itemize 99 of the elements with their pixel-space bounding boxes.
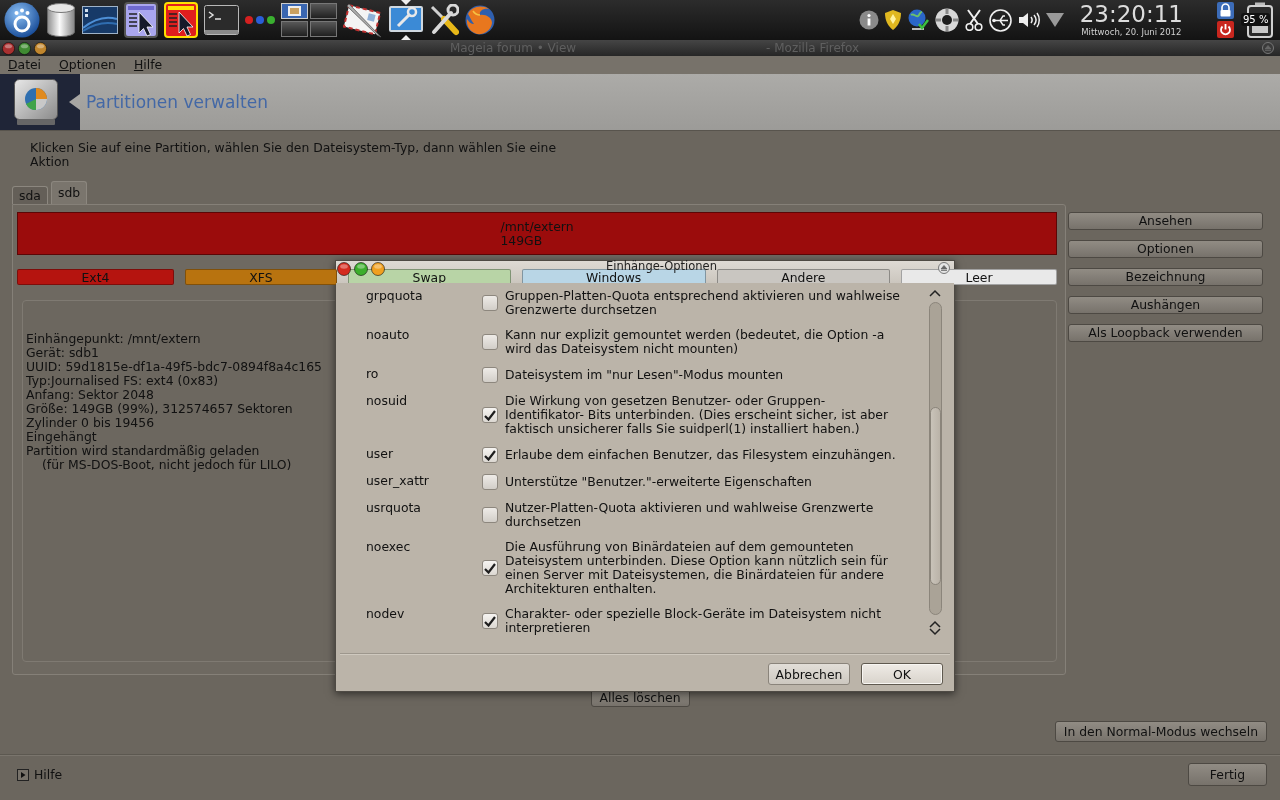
workspace-switcher-icon[interactable] — [281, 3, 337, 37]
hard-drive-icon — [14, 79, 58, 125]
usb-icon[interactable] — [988, 8, 1012, 32]
action-button[interactable]: Aushängen — [1068, 296, 1263, 314]
option-name: nosuid — [366, 394, 409, 408]
info-line: Typ:Journalised FS: ext4 (0x83) — [26, 374, 219, 388]
window-pointer-icon[interactable] — [124, 2, 158, 38]
option-name: usrquota — [366, 501, 422, 515]
browser-icon[interactable] — [465, 5, 495, 35]
info-line: Partition wird standardmäßig geladen — [26, 444, 260, 458]
lifebuoy-icon[interactable] — [934, 8, 959, 32]
info-line: Eingehängt — [26, 430, 97, 444]
option-name: grpquota — [366, 289, 424, 303]
scrollbar-track[interactable] — [928, 302, 942, 615]
tab[interactable]: sdb — [50, 181, 88, 204]
info-line: Einhängepunkt: /mnt/extern — [26, 332, 201, 346]
option-description: Die Ausführung von Binärdateien auf dem gemounteten Dateisystem unterbinden. Diese Option kann nützlich sein für einen Server mit Dateisystemen, die Binärdateien für andere Architekturen enthalten. — [505, 540, 889, 596]
action-button[interactable]: Optionen — [1068, 240, 1263, 258]
minimize-icon[interactable] — [34, 41, 47, 55]
dialog-button[interactable]: OK — [861, 663, 943, 685]
info-line: UUID: 59d1815e-df1a-49f5-bdc7-0894f8a4c165 — [26, 360, 322, 374]
lock-icon[interactable] — [1217, 2, 1234, 19]
filesystem-type-button[interactable]: XFS — [184, 269, 338, 285]
menu-orb-icon[interactable] — [4, 2, 40, 38]
option-description: Erlaube dem einfachen Benutzer, das Filesystem einzuhängen. — [505, 448, 897, 462]
option-name: noexec — [366, 540, 412, 554]
eject-icon[interactable] — [1262, 42, 1274, 54]
eject-icon[interactable] — [938, 262, 950, 274]
action-button[interactable]: Bezeichnung — [1068, 268, 1263, 286]
volume-icon[interactable] — [1017, 10, 1040, 30]
scrollbar-thumb[interactable] — [929, 407, 941, 585]
checkbox[interactable] — [482, 560, 498, 576]
scroll-stepper-icon[interactable] — [929, 620, 941, 636]
page-title: Partitionen verwalten — [86, 92, 268, 112]
help-expander[interactable]: Hilfe — [17, 767, 63, 782]
checkbox[interactable] — [482, 447, 498, 463]
menu-item[interactable]: Datei — [8, 57, 42, 73]
checkbox[interactable] — [482, 474, 498, 490]
checkbox[interactable] — [482, 407, 498, 423]
checkbox[interactable] — [482, 334, 498, 350]
caret-down-icon[interactable] — [1045, 13, 1064, 27]
filesystem-type-button[interactable]: Ext4 — [17, 269, 174, 285]
menu-item[interactable]: Hilfe — [133, 57, 163, 73]
checkmark-icon — [484, 615, 496, 627]
action-button[interactable]: Ansehen — [1068, 212, 1263, 230]
checkbox[interactable] — [482, 295, 498, 311]
checkbox[interactable] — [482, 367, 498, 383]
battery-percentage: 95 % — [1241, 13, 1271, 26]
network-globe-icon[interactable] — [906, 9, 929, 31]
option-description: Unterstütze "Benutzer."-erweiterte Eigenschaften — [505, 475, 813, 489]
checkmark-icon — [484, 449, 496, 461]
scroll-up-icon[interactable] — [929, 289, 941, 297]
maximize-icon[interactable] — [354, 262, 368, 276]
info-line: Anfang: Sektor 2048 — [26, 388, 154, 402]
notch-triangle-icon — [69, 94, 80, 110]
mode-switch-button[interactable]: In den Normal-Modus wechseln — [1054, 721, 1267, 742]
tools-icon[interactable] — [429, 4, 459, 36]
checkbox[interactable] — [482, 507, 498, 523]
display-tools-icon[interactable] — [389, 0, 423, 40]
tab[interactable]: sda — [12, 186, 48, 204]
option-description: Nutzer-Platten-Quota aktivieren und wahlweise Grenzwerte durchsetzen — [505, 501, 875, 529]
info-line: Zylinder 0 bis 19456 — [26, 416, 155, 430]
option-description: Charakter- oder spezielle Block-Geräte im Dateisystem nicht interpretieren — [505, 607, 883, 635]
date: Mittwoch, 20. Juni 2012 — [1081, 27, 1182, 38]
option-name: nodev — [366, 607, 406, 621]
filesystem-type-button[interactable]: Leer — [901, 269, 1057, 285]
done-button[interactable]: Fertig — [1188, 763, 1267, 786]
checkmark-icon — [484, 562, 496, 574]
action-button[interactable]: Als Loopback verwenden — [1068, 324, 1263, 342]
close-icon[interactable] — [2, 41, 15, 55]
info-icon[interactable] — [858, 10, 879, 30]
option-name: user_xattr — [366, 474, 430, 488]
dialog-title: Einhänge-Optionen — [606, 261, 718, 272]
dialog-button[interactable]: Abbrechen — [768, 663, 850, 685]
option-name: user — [366, 447, 395, 461]
minimize-icon[interactable] — [371, 262, 385, 276]
option-description: Kann nur explizit gemountet werden (bedeutet, die Option -a wird das Dateisystem nicht mounten) — [505, 328, 886, 356]
info-line: Gerät: sdb1 — [26, 346, 99, 360]
info-line: (für MS-DOS-Boot, nicht jedoch für LILO) — [42, 458, 292, 472]
option-description: Die Wirkung von gesetzen Benutzer- oder Gruppen-Identifikator- Bits unterbinden. (Dies erscheint sicher, ist aber faktisch unsicherer falls Sie suidperl(1) installiert haben.) — [505, 394, 890, 436]
scissors-icon[interactable] — [964, 9, 983, 31]
close-icon[interactable] — [337, 262, 351, 276]
three-dots-icon[interactable] — [245, 16, 275, 24]
clock[interactable]: 23:20:11 — [1079, 2, 1183, 27]
terminal-icon[interactable] — [204, 5, 239, 35]
desktop-screen-icon[interactable] — [82, 6, 118, 34]
option-name: ro — [366, 367, 380, 381]
badge-icon[interactable] — [884, 10, 901, 30]
menu-item[interactable]: Optionen — [59, 57, 116, 73]
maximize-icon[interactable] — [18, 41, 31, 55]
option-description: Gruppen-Platten-Quota entsprechend aktivieren und wahlweise Grenzwerte durchsetzen — [505, 289, 901, 317]
checkbox[interactable] — [482, 613, 498, 629]
checkmark-icon — [484, 409, 496, 421]
option-description: Dateisystem im "nur Lesen"-Modus mounten — [505, 368, 785, 382]
cylinder-icon[interactable] — [46, 3, 76, 37]
info-line: Größe: 149GB (99%), 312574657 Sektoren — [26, 402, 293, 416]
option-name: noauto — [366, 328, 411, 342]
power-icon[interactable] — [1217, 21, 1234, 38]
instruction-text: Klicken Sie auf eine Partition, wählen Sie den Dateisystem-Typ, dann wählen Sie eine Aktion — [30, 141, 558, 169]
